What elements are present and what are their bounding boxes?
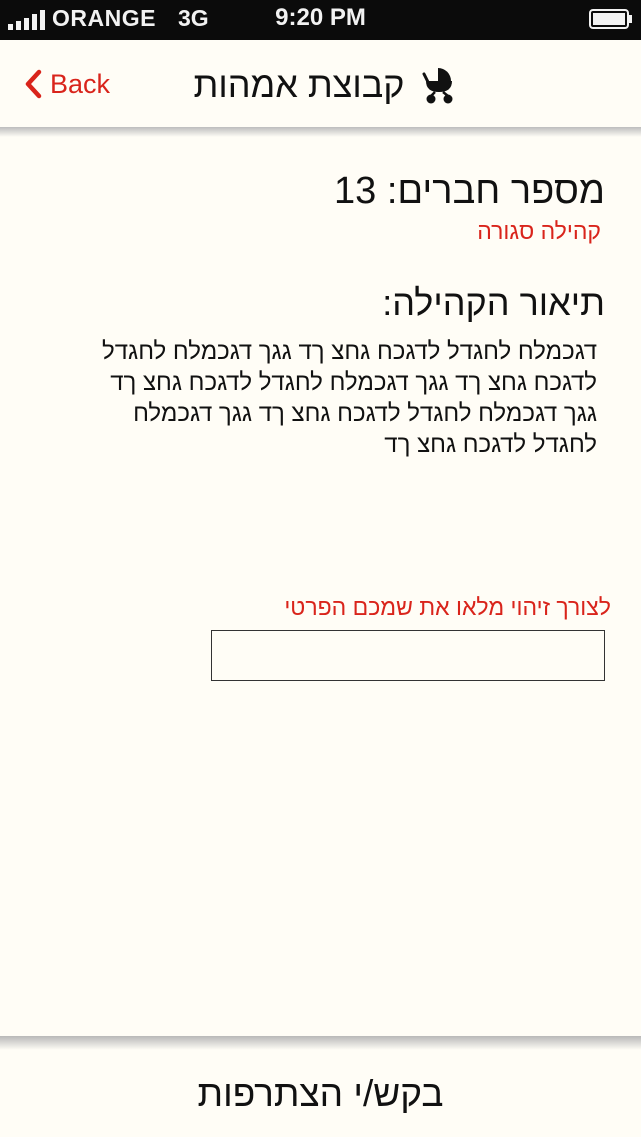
description-heading: תיאור הקהילה: [382, 282, 605, 323]
screen: ORANGE 3G 9:20 PM Back קבוצת אמהות מספר … [0, 0, 641, 1137]
member-count: מספר חברים: 13 [333, 170, 605, 212]
back-label: Back [50, 68, 111, 99]
first-name-input[interactable] [211, 630, 605, 681]
page-title: קבוצת אמהות [193, 64, 405, 105]
navigation-bar: Back קבוצת אמהות [0, 40, 641, 128]
back-button[interactable]: Back [24, 64, 110, 104]
status-time: 9:20 PM [275, 4, 366, 31]
nav-title-group: קבוצת אמהות [190, 62, 460, 108]
nav-divider [0, 127, 641, 137]
chevron-left-icon [25, 69, 42, 99]
battery-icon [589, 9, 632, 29]
join-request-button[interactable]: בקש/י הצתרפות [0, 1050, 641, 1137]
community-description: דגכמלח לחגדל לדגכח גחצ ךד גגך דגכמלח לחג… [102, 338, 597, 458]
privacy-status: קהילה סגורה [477, 218, 601, 244]
footer-divider [0, 1036, 641, 1050]
stroller-icon [422, 68, 452, 104]
status-bar: ORANGE 3G 9:20 PM [0, 0, 641, 40]
name-field-label: לצורך זיהוי מלאו את שמכם הפרטי [284, 594, 611, 620]
